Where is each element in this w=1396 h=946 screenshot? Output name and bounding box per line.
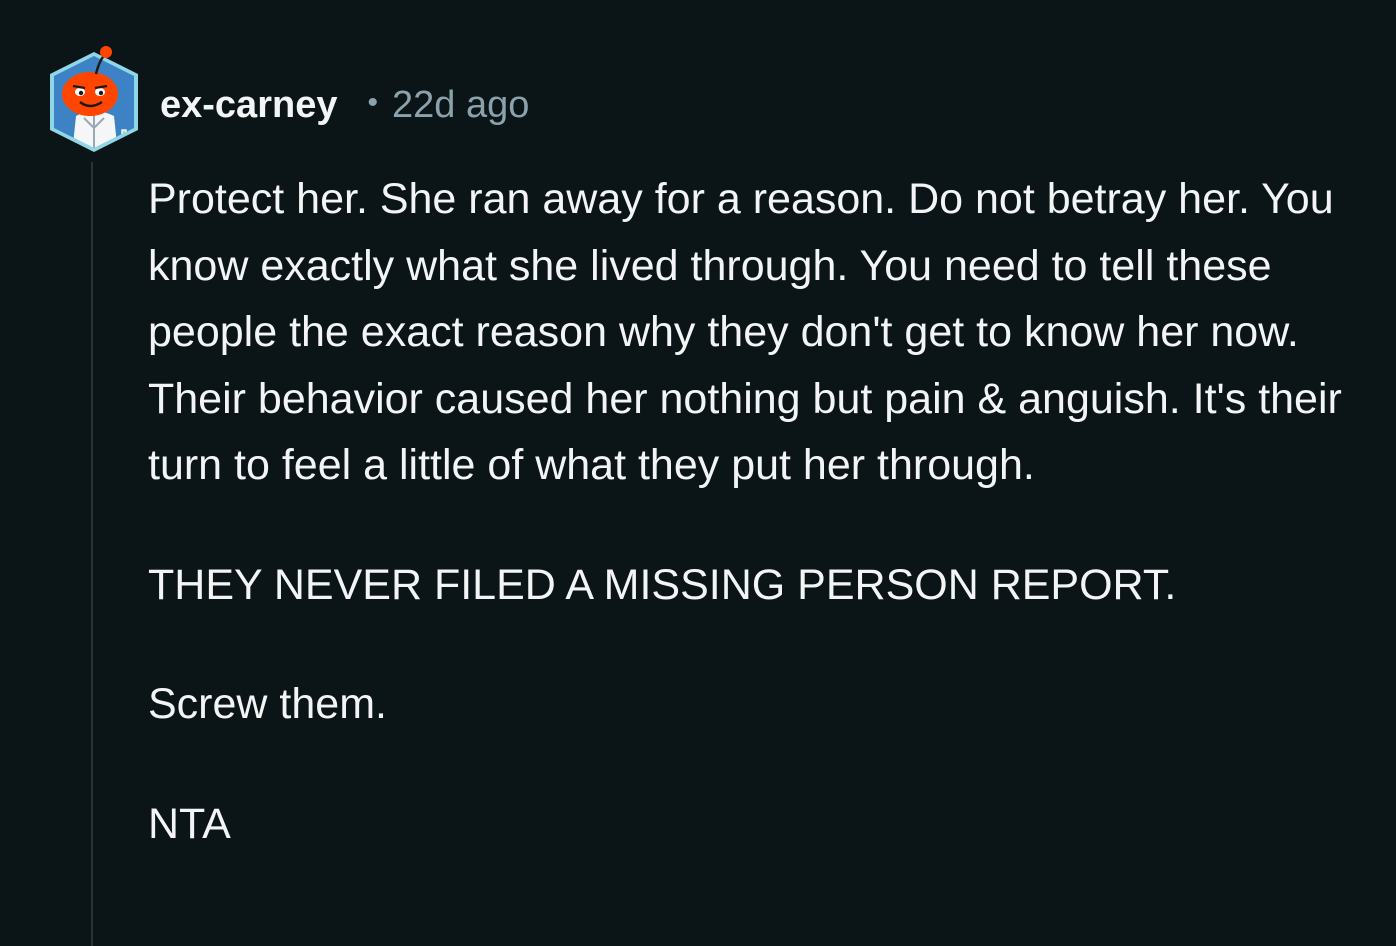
- comment-paragraph: NTA: [148, 799, 231, 848]
- comment-header: ex-carney • 22d ago: [160, 78, 529, 132]
- reddit-snoo-avatar-icon: [50, 46, 138, 152]
- comment-paragraph: THEY NEVER FILED A MISSING PERSON REPORT…: [148, 560, 1177, 609]
- comment-author-link[interactable]: ex-carney: [160, 84, 337, 127]
- user-avatar[interactable]: [44, 44, 144, 156]
- meta-separator: •: [367, 86, 378, 119]
- comment-timestamp[interactable]: 22d ago: [392, 84, 529, 127]
- comment-thread-line[interactable]: [91, 162, 93, 946]
- comment-paragraph: Protect her. She ran away for a reason. …: [148, 175, 1342, 489]
- comment-body: Protect her. She ran away for a reason. …: [148, 166, 1368, 857]
- comment-paragraph: Screw them.: [148, 680, 387, 728]
